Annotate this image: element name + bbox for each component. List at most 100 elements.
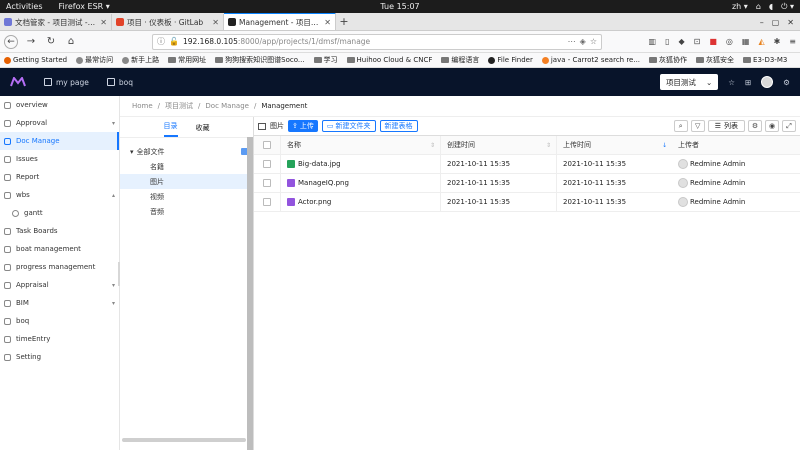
- page-info-icon[interactable]: ⓘ: [157, 36, 165, 47]
- sort-icon[interactable]: ⇕: [546, 142, 551, 149]
- menu-icon[interactable]: ≡: [789, 37, 796, 46]
- app-logo[interactable]: [10, 77, 26, 87]
- tree-node[interactable]: 视频: [120, 189, 253, 204]
- pocket-icon[interactable]: ◈: [580, 37, 586, 46]
- chevron-icon[interactable]: ▾: [112, 120, 115, 127]
- browser-tab[interactable]: 项目 · 仪表板 · GitLab ✕: [112, 14, 224, 30]
- view-mode-toggle[interactable]: ☰ 列表: [707, 120, 745, 132]
- browser-tab[interactable]: 文档管家 - 项目测试 - Re ✕: [0, 14, 112, 30]
- url-bar[interactable]: ⓘ 🔓 192.168.0.105:8000/app/projects/1/dm…: [152, 33, 602, 50]
- sidebar-item-boq[interactable]: boq: [0, 312, 119, 330]
- bookmark-item[interactable]: 狗狗搜索知识图谱Soco...: [215, 55, 305, 65]
- power-icon[interactable]: ⏻ ▾: [781, 2, 794, 12]
- tab-close-icon[interactable]: ✕: [100, 18, 107, 27]
- tree-node[interactable]: 图片: [120, 174, 253, 189]
- addon-puzzle-icon[interactable]: ✱: [774, 37, 781, 46]
- sidebar-item-issues[interactable]: Issues: [0, 150, 119, 168]
- caret-down-icon[interactable]: ▾: [130, 148, 134, 156]
- project-selector[interactable]: 项目测试 ⌄: [659, 74, 719, 90]
- bookmark-item[interactable]: 学习: [313, 55, 338, 65]
- sidebar-item-boat-management[interactable]: boat management: [0, 240, 119, 258]
- bookmark-star-icon[interactable]: ☆: [590, 37, 597, 46]
- screenshot-icon[interactable]: ⊡: [694, 37, 701, 46]
- addon-grid-icon[interactable]: ▦: [742, 37, 750, 46]
- bookmark-item[interactable]: Huihoo Cloud & CNCF: [346, 56, 432, 64]
- bookmark-item[interactable]: 编程语言: [441, 55, 479, 65]
- tree-root[interactable]: ▾ 全部文件: [120, 144, 253, 159]
- row-checkbox[interactable]: [263, 179, 271, 187]
- file-name[interactable]: Big-data.jpg: [298, 160, 341, 168]
- sidebar-item-gantt[interactable]: gantt: [0, 204, 119, 222]
- sidebar-item-setting[interactable]: Setting: [0, 348, 119, 366]
- metamask-icon[interactable]: ◭: [758, 37, 764, 46]
- new-sheet-button[interactable]: 新建表格: [379, 120, 418, 132]
- tree-node[interactable]: 名籍: [120, 159, 253, 174]
- column-settings-icon[interactable]: ◉: [765, 120, 779, 132]
- addon-icon[interactable]: ◎: [726, 37, 733, 46]
- page-actions-icon[interactable]: ⋯: [568, 37, 576, 46]
- tree-node[interactable]: 音频: [120, 204, 253, 219]
- sidebar-item-timeentry[interactable]: timeEntry: [0, 330, 119, 348]
- user-avatar[interactable]: [761, 76, 774, 88]
- grid-menu-icon[interactable]: ⊞: [745, 78, 751, 87]
- sidebar-item-overview[interactable]: overview: [0, 96, 119, 114]
- bookmark-item[interactable]: 灰狐协作: [649, 55, 687, 65]
- sidebar-item-approval[interactable]: Approval ▾: [0, 114, 119, 132]
- breadcrumb-item[interactable]: Home: [132, 102, 153, 110]
- language-indicator[interactable]: zh ▾: [732, 2, 748, 11]
- tab-directory[interactable]: 目录: [163, 121, 178, 137]
- bookmark-item[interactable]: 灰狐安全: [696, 55, 734, 65]
- file-name-cell[interactable]: ManageIQ.png: [280, 174, 440, 192]
- row-checkbox[interactable]: [263, 160, 271, 168]
- table-row[interactable]: Big-data.jpg 2021-10-11 15:35 2021-10-11 1…: [254, 155, 800, 174]
- bookmark-item[interactable]: File Finder: [488, 56, 533, 64]
- activities-button[interactable]: Activities: [6, 2, 43, 11]
- sidebar-item-progress-management[interactable]: progress management: [0, 258, 119, 276]
- extension-icon[interactable]: ◆: [678, 37, 684, 46]
- table-row[interactable]: Actor.png 2021-10-11 15:35 2021-10-11 15:3…: [254, 193, 800, 212]
- row-checkbox[interactable]: [263, 198, 271, 206]
- network-icon[interactable]: ⌂: [756, 2, 761, 11]
- filter-icon[interactable]: ▽: [690, 120, 705, 132]
- header-uploaded[interactable]: 上传时间 ↓: [556, 136, 672, 154]
- chevron-icon[interactable]: ▾: [112, 282, 115, 289]
- tree-scrollbar[interactable]: [247, 137, 253, 450]
- back-icon[interactable]: ←: [4, 34, 18, 49]
- chevron-icon[interactable]: ▾: [112, 300, 115, 307]
- sidebar-toggle-icon[interactable]: ▯: [665, 37, 669, 46]
- new-tab-button[interactable]: +: [336, 14, 352, 30]
- file-name[interactable]: ManageIQ.png: [298, 179, 349, 187]
- forward-icon[interactable]: →: [24, 35, 38, 49]
- app-menu[interactable]: Firefox ESR ▾: [59, 2, 110, 11]
- chevron-icon[interactable]: ▴: [112, 192, 115, 199]
- select-all-checkbox[interactable]: [263, 141, 271, 149]
- file-name-cell[interactable]: Actor.png: [280, 193, 440, 211]
- upload-button[interactable]: ⇪ 上传: [288, 120, 318, 132]
- settings-icon[interactable]: ⚙: [748, 120, 762, 132]
- browser-tab[interactable]: Management - 项目测试 ✕: [224, 12, 336, 30]
- breadcrumb-item[interactable]: 项目测试: [165, 101, 193, 111]
- tab-favorites[interactable]: 收藏: [196, 123, 210, 137]
- bookmark-item[interactable]: E3-D3-M3: [743, 56, 787, 64]
- tab-close-icon[interactable]: ✕: [212, 18, 219, 27]
- table-row[interactable]: ManageIQ.png 2021-10-11 15:35 2021-10-11 1…: [254, 174, 800, 193]
- file-name[interactable]: Actor.png: [298, 198, 331, 206]
- bookmark-item[interactable]: 常用网址: [168, 55, 206, 65]
- bookmark-item[interactable]: 新手上路: [122, 55, 159, 65]
- nav-my-page[interactable]: my page: [44, 78, 89, 87]
- reload-icon[interactable]: ↻: [44, 35, 58, 49]
- sidebar-item-task-boards[interactable]: Task Boards: [0, 222, 119, 240]
- header-name[interactable]: 名称 ⇕: [280, 136, 440, 154]
- favorite-star-icon[interactable]: ☆: [728, 78, 735, 87]
- addon-red-icon[interactable]: ■: [709, 37, 717, 46]
- tab-close-icon[interactable]: ✕: [324, 18, 331, 27]
- volume-icon[interactable]: ◖: [769, 2, 773, 11]
- sidebar-item-report[interactable]: Report: [0, 168, 119, 186]
- settings-gear-icon[interactable]: ⚙: [783, 78, 790, 87]
- fullscreen-icon[interactable]: ⤢: [782, 120, 796, 132]
- close-window-icon[interactable]: ✕: [787, 18, 794, 27]
- home-icon[interactable]: ⌂: [64, 35, 78, 49]
- bookmark-item[interactable]: java - Carrot2 search re...: [541, 56, 640, 64]
- nav-boq[interactable]: boq: [106, 78, 133, 87]
- tree-horizontal-scrollbar[interactable]: [122, 438, 246, 442]
